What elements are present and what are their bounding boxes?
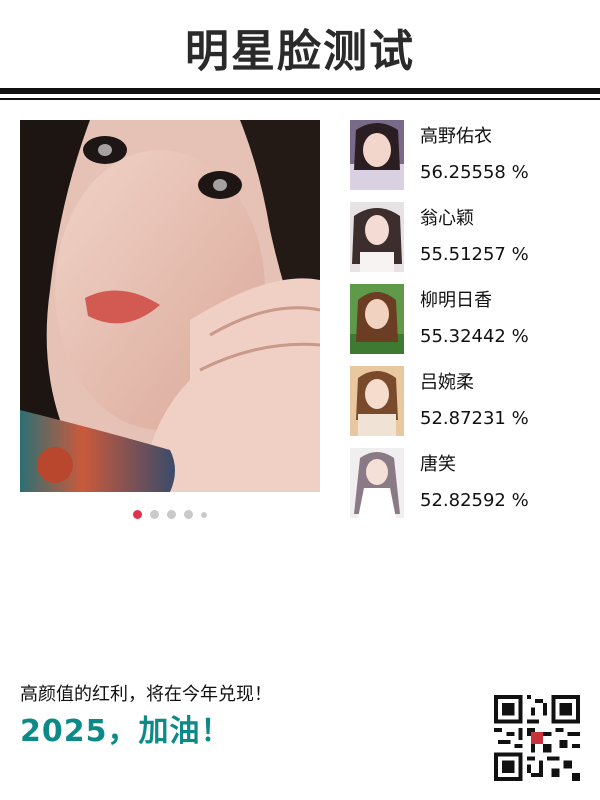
match-item[interactable]: 唐笑 52.82592 % [350, 448, 590, 518]
match-name: 柳明日香 [420, 290, 492, 311]
match-avatar [350, 202, 404, 272]
carousel-dot-1[interactable] [133, 510, 142, 519]
slogan-text: 高颜值的红利，将在今年兑现！ [20, 684, 272, 705]
match-score: 52.87231 % [420, 408, 529, 429]
match-score: 55.32442 % [420, 326, 529, 347]
match-item[interactable]: 柳明日香 55.32442 % [350, 284, 590, 354]
match-list: 高野佑衣 56.25558 % 翁心颖 55.51257 % 柳明日香 55.3… [350, 120, 590, 530]
match-score: 55.51257 % [420, 244, 529, 265]
page-title: 明星脸测试 [185, 26, 415, 77]
qr-code[interactable] [494, 695, 580, 781]
match-item[interactable]: 高野佑衣 56.25558 % [350, 120, 590, 190]
carousel-dot-5[interactable] [201, 511, 207, 518]
uploaded-photo[interactable] [20, 120, 320, 492]
match-avatar [350, 366, 404, 436]
title-divider-thin [0, 98, 600, 100]
match-avatar [350, 448, 404, 518]
portrait-illustration [20, 120, 320, 492]
headline-text: 2025，加油！ [20, 714, 232, 749]
match-name: 翁心颖 [420, 208, 474, 229]
match-avatar [350, 120, 404, 190]
carousel-dot-2[interactable] [150, 510, 159, 519]
match-score: 56.25558 % [420, 162, 529, 183]
match-item[interactable]: 翁心颖 55.51257 % [350, 202, 590, 272]
match-name: 唐笑 [420, 454, 456, 475]
match-name: 吕婉柔 [420, 372, 474, 393]
carousel-dot-4[interactable] [184, 510, 193, 519]
match-score: 52.82592 % [420, 490, 529, 511]
match-avatar [350, 284, 404, 354]
carousel-indicator [0, 510, 340, 519]
title-divider-thick [0, 88, 600, 94]
match-name: 高野佑衣 [420, 126, 492, 147]
qr-code-icon [494, 695, 580, 781]
carousel-dot-3[interactable] [167, 510, 176, 519]
match-item[interactable]: 吕婉柔 52.87231 % [350, 366, 590, 436]
